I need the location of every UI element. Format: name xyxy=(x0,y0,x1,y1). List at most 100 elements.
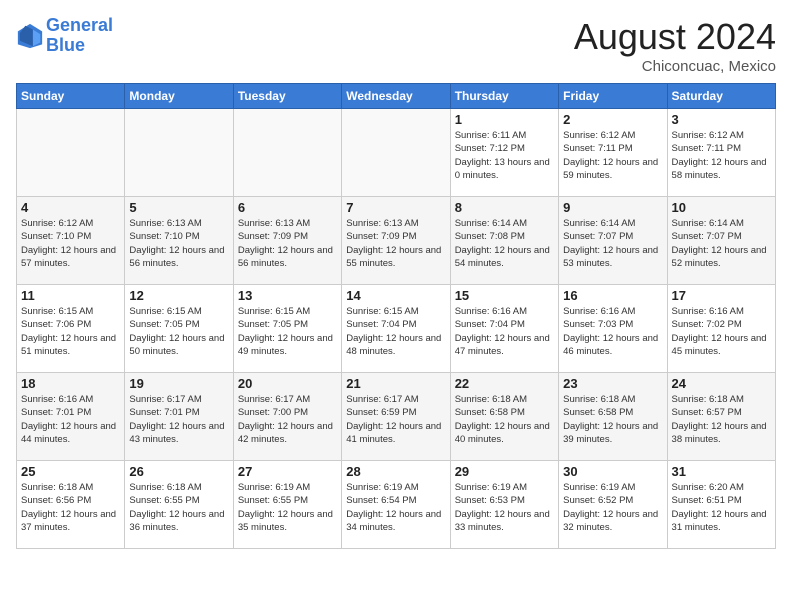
weekday-header-saturday: Saturday xyxy=(667,84,775,109)
day-number: 3 xyxy=(672,112,771,127)
week-row-1: 1 Sunrise: 6:11 AM Sunset: 7:12 PM Daylig… xyxy=(17,109,776,197)
week-row-2: 4 Sunrise: 6:12 AM Sunset: 7:10 PM Daylig… xyxy=(17,197,776,285)
day-info: Sunrise: 6:12 AM Sunset: 7:10 PM Dayligh… xyxy=(21,217,120,270)
day-number: 6 xyxy=(238,200,337,215)
day-number: 8 xyxy=(455,200,554,215)
day-cell: 28Sunrise: 6:19 AM Sunset: 6:54 PM Dayli… xyxy=(342,461,450,549)
month-title: August 2024 xyxy=(574,16,776,58)
day-cell: 26Sunrise: 6:18 AM Sunset: 6:55 PM Dayli… xyxy=(125,461,233,549)
day-number: 14 xyxy=(346,288,445,303)
day-number: 7 xyxy=(346,200,445,215)
day-cell: 14Sunrise: 6:15 AM Sunset: 7:04 PM Dayli… xyxy=(342,285,450,373)
day-info: Sunrise: 6:14 AM Sunset: 7:07 PM Dayligh… xyxy=(563,217,662,270)
day-number: 17 xyxy=(672,288,771,303)
week-row-3: 11 Sunrise: 6:15 AM Sunset: 7:06 PM Dayli… xyxy=(17,285,776,373)
day-number: 31 xyxy=(672,464,771,479)
day-info: Sunrise: 6:16 AM Sunset: 7:04 PM Dayligh… xyxy=(455,305,554,358)
day-cell: 29Sunrise: 6:19 AM Sunset: 6:53 PM Dayli… xyxy=(450,461,558,549)
day-cell: 10 Sunrise: 6:14 AM Sunset: 7:07 PM Dayli… xyxy=(667,197,775,285)
day-cell: 21Sunrise: 6:17 AM Sunset: 6:59 PM Dayli… xyxy=(342,373,450,461)
day-number: 30 xyxy=(563,464,662,479)
day-info: Sunrise: 6:11 AM Sunset: 7:12 PM Dayligh… xyxy=(455,129,554,182)
day-cell xyxy=(17,109,125,197)
day-info: Sunrise: 6:12 AM Sunset: 7:11 PM Dayligh… xyxy=(672,129,771,182)
day-number: 13 xyxy=(238,288,337,303)
logo-icon xyxy=(16,22,44,50)
day-cell: 17 Sunrise: 6:16 AM Sunset: 7:02 PM Dayli… xyxy=(667,285,775,373)
day-number: 18 xyxy=(21,376,120,391)
weekday-header-tuesday: Tuesday xyxy=(233,84,341,109)
day-cell: 9 Sunrise: 6:14 AM Sunset: 7:07 PM Daylig… xyxy=(559,197,667,285)
day-info: Sunrise: 6:13 AM Sunset: 7:09 PM Dayligh… xyxy=(238,217,337,270)
day-number: 25 xyxy=(21,464,120,479)
day-cell xyxy=(125,109,233,197)
day-info: Sunrise: 6:19 AM Sunset: 6:52 PM Dayligh… xyxy=(563,481,662,534)
day-number: 9 xyxy=(563,200,662,215)
weekday-header-friday: Friday xyxy=(559,84,667,109)
day-cell: 7 Sunrise: 6:13 AM Sunset: 7:09 PM Daylig… xyxy=(342,197,450,285)
day-cell: 25Sunrise: 6:18 AM Sunset: 6:56 PM Dayli… xyxy=(17,461,125,549)
weekday-header-wednesday: Wednesday xyxy=(342,84,450,109)
day-cell: 5Sunrise: 6:13 AM Sunset: 7:10 PM Daylig… xyxy=(125,197,233,285)
day-cell: 30 Sunrise: 6:19 AM Sunset: 6:52 PM Dayli… xyxy=(559,461,667,549)
day-info: Sunrise: 6:19 AM Sunset: 6:53 PM Dayligh… xyxy=(455,481,554,534)
day-cell: 24 Sunrise: 6:18 AM Sunset: 6:57 PM Dayli… xyxy=(667,373,775,461)
day-cell: 22 Sunrise: 6:18 AM Sunset: 6:58 PM Dayli… xyxy=(450,373,558,461)
day-info: Sunrise: 6:17 AM Sunset: 7:01 PM Dayligh… xyxy=(129,393,228,446)
day-number: 22 xyxy=(455,376,554,391)
day-info: Sunrise: 6:18 AM Sunset: 6:57 PM Dayligh… xyxy=(672,393,771,446)
location: Chiconcuac, Mexico xyxy=(574,58,776,75)
day-info: Sunrise: 6:15 AM Sunset: 7:05 PM Dayligh… xyxy=(238,305,337,358)
day-cell: 19 Sunrise: 6:17 AM Sunset: 7:01 PM Dayli… xyxy=(125,373,233,461)
day-number: 11 xyxy=(21,288,120,303)
day-info: Sunrise: 6:17 AM Sunset: 7:00 PM Dayligh… xyxy=(238,393,337,446)
logo: General Blue xyxy=(16,16,113,56)
day-info: Sunrise: 6:17 AM Sunset: 6:59 PM Dayligh… xyxy=(346,393,445,446)
logo-line2: Blue xyxy=(46,35,85,55)
day-info: Sunrise: 6:15 AM Sunset: 7:05 PM Dayligh… xyxy=(129,305,228,358)
day-cell: 12 Sunrise: 6:15 AM Sunset: 7:05 PM Dayli… xyxy=(125,285,233,373)
week-row-5: 25Sunrise: 6:18 AM Sunset: 6:56 PM Dayli… xyxy=(17,461,776,549)
day-cell: 18 Sunrise: 6:16 AM Sunset: 7:01 PM Dayli… xyxy=(17,373,125,461)
day-number: 1 xyxy=(455,112,554,127)
weekday-header-sunday: Sunday xyxy=(17,84,125,109)
day-info: Sunrise: 6:15 AM Sunset: 7:06 PM Dayligh… xyxy=(21,305,120,358)
day-number: 15 xyxy=(455,288,554,303)
day-number: 24 xyxy=(672,376,771,391)
day-number: 2 xyxy=(563,112,662,127)
day-info: Sunrise: 6:12 AM Sunset: 7:11 PM Dayligh… xyxy=(563,129,662,182)
day-number: 12 xyxy=(129,288,228,303)
day-number: 10 xyxy=(672,200,771,215)
day-info: Sunrise: 6:18 AM Sunset: 6:58 PM Dayligh… xyxy=(563,393,662,446)
day-info: Sunrise: 6:16 AM Sunset: 7:02 PM Dayligh… xyxy=(672,305,771,358)
day-number: 4 xyxy=(21,200,120,215)
day-cell: 6 Sunrise: 6:13 AM Sunset: 7:09 PM Daylig… xyxy=(233,197,341,285)
weekday-header-row: SundayMondayTuesdayWednesdayThursdayFrid… xyxy=(17,84,776,109)
calendar-table: SundayMondayTuesdayWednesdayThursdayFrid… xyxy=(16,83,776,549)
day-info: Sunrise: 6:18 AM Sunset: 6:58 PM Dayligh… xyxy=(455,393,554,446)
day-cell: 23Sunrise: 6:18 AM Sunset: 6:58 PM Dayli… xyxy=(559,373,667,461)
day-info: Sunrise: 6:14 AM Sunset: 7:07 PM Dayligh… xyxy=(672,217,771,270)
logo-text: General Blue xyxy=(46,16,113,56)
day-number: 26 xyxy=(129,464,228,479)
week-row-4: 18 Sunrise: 6:16 AM Sunset: 7:01 PM Dayli… xyxy=(17,373,776,461)
day-info: Sunrise: 6:14 AM Sunset: 7:08 PM Dayligh… xyxy=(455,217,554,270)
day-cell: 11 Sunrise: 6:15 AM Sunset: 7:06 PM Dayli… xyxy=(17,285,125,373)
day-info: Sunrise: 6:13 AM Sunset: 7:09 PM Dayligh… xyxy=(346,217,445,270)
day-cell: 13 Sunrise: 6:15 AM Sunset: 7:05 PM Dayli… xyxy=(233,285,341,373)
day-cell xyxy=(233,109,341,197)
day-cell xyxy=(342,109,450,197)
day-number: 16 xyxy=(563,288,662,303)
day-number: 20 xyxy=(238,376,337,391)
day-number: 19 xyxy=(129,376,228,391)
day-cell: 3 Sunrise: 6:12 AM Sunset: 7:11 PM Daylig… xyxy=(667,109,775,197)
day-number: 5 xyxy=(129,200,228,215)
day-info: Sunrise: 6:16 AM Sunset: 7:03 PM Dayligh… xyxy=(563,305,662,358)
day-info: Sunrise: 6:19 AM Sunset: 6:55 PM Dayligh… xyxy=(238,481,337,534)
weekday-header-thursday: Thursday xyxy=(450,84,558,109)
day-cell: 31 Sunrise: 6:20 AM Sunset: 6:51 PM Dayli… xyxy=(667,461,775,549)
day-info: Sunrise: 6:16 AM Sunset: 7:01 PM Dayligh… xyxy=(21,393,120,446)
day-info: Sunrise: 6:19 AM Sunset: 6:54 PM Dayligh… xyxy=(346,481,445,534)
day-info: Sunrise: 6:20 AM Sunset: 6:51 PM Dayligh… xyxy=(672,481,771,534)
day-number: 27 xyxy=(238,464,337,479)
